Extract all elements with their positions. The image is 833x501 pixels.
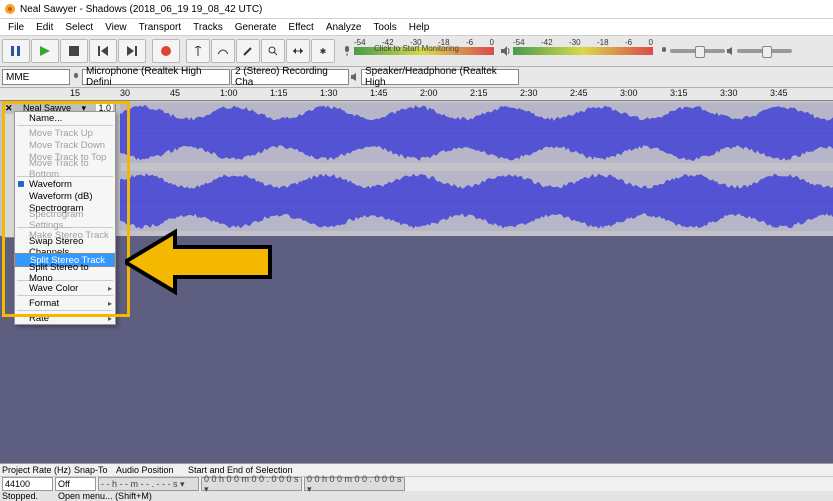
stop-button[interactable] (60, 39, 88, 63)
channels-select[interactable]: 2 (Stereo) Recording Cha (231, 69, 349, 85)
menubar: File Edit Select View Transport Tracks G… (0, 19, 833, 36)
playback-meter[interactable]: -54-42-30-18-60 (513, 47, 653, 55)
track-close-icon[interactable]: ✕ (5, 103, 13, 114)
timeline-mark: 1:15 (270, 88, 288, 98)
empty-track-area[interactable] (0, 236, 833, 501)
menu-item-rate[interactable]: Rate▸ (15, 312, 115, 324)
menu-item-move-track-up: Move Track Up (15, 127, 115, 139)
timeline-mark: 2:45 (570, 88, 588, 98)
menu-transport[interactable]: Transport (133, 21, 187, 34)
envelope-tool[interactable] (211, 39, 235, 63)
menu-select[interactable]: Select (59, 21, 99, 34)
menu-item-name-[interactable]: Name... (15, 112, 115, 124)
timeline-mark: 1:45 (370, 88, 388, 98)
selection-start-field[interactable]: 0 0 h 0 0 m 0 0 . 0 0 0 s ▾ (201, 477, 302, 491)
menu-tools[interactable]: Tools (367, 21, 402, 34)
project-rate-label: Project Rate (Hz) (2, 465, 72, 475)
record-button[interactable] (152, 39, 180, 63)
pause-button[interactable] (2, 39, 30, 63)
playback-volume-slider[interactable] (737, 49, 792, 53)
timeline-mark: 1:00 (220, 88, 238, 98)
speaker-icon (350, 72, 360, 82)
track-area: ✕Neal Sawye▾1.0 Name...Move Track UpMove… (0, 101, 833, 501)
titlebar: Neal Sawyer - Shadows (2018_06_19 19_08_… (0, 0, 833, 19)
snap-label: Snap-To (74, 465, 114, 475)
mic-vol-icon (659, 46, 669, 56)
menu-item-move-track-to-bottom: Move Track to Bottom (15, 163, 115, 175)
draw-tool[interactable] (236, 39, 260, 63)
app-logo-icon (4, 3, 16, 15)
waveform-left[interactable] (120, 103, 833, 163)
play-vol-icon (726, 46, 736, 56)
timeline-mark: 3:45 (770, 88, 788, 98)
menu-help[interactable]: Help (403, 21, 436, 34)
menu-generate[interactable]: Generate (229, 21, 283, 34)
timeline-mark: 2:30 (520, 88, 538, 98)
menu-item-format[interactable]: Format▸ (15, 297, 115, 309)
timeline-mark: 15 (70, 88, 80, 98)
svg-text:✱: ✱ (320, 47, 327, 56)
menu-item-swap-stereo-channels[interactable]: Swap Stereo Channels (15, 241, 115, 253)
monitor-hint: Click to Start Monitoring (374, 44, 459, 53)
selection-end-field[interactable]: 0 0 h 0 0 m 0 0 . 0 0 0 s ▾ (304, 477, 405, 491)
menu-tracks[interactable]: Tracks (187, 21, 229, 34)
audio-pos-label: Audio Position (116, 465, 186, 475)
mic-icon (341, 45, 353, 57)
menu-file[interactable]: File (2, 21, 30, 34)
menu-view[interactable]: View (99, 21, 133, 34)
window-title: Neal Sawyer - Shadows (2018_06_19 19_08_… (20, 4, 262, 15)
timeshift-tool[interactable] (286, 39, 310, 63)
timeline-mark: 3:00 (620, 88, 638, 98)
record-device-select[interactable]: Microphone (Realtek High Defini (82, 69, 230, 85)
record-meter[interactable]: -54-42-30-18-60 Click to Start Monitorin… (354, 47, 494, 55)
track-dropdown-menu: Name... Move Track UpMove Track Down Move … (14, 111, 116, 325)
timeline-mark: 1:30 (320, 88, 338, 98)
selection-tool[interactable] (186, 39, 210, 63)
audio-position-field[interactable]: - - h - - m - - . - - - s ▾ (98, 477, 199, 491)
timeline-mark: 3:30 (720, 88, 738, 98)
menu-analyze[interactable]: Analyze (320, 21, 368, 34)
menu-effect[interactable]: Effect (282, 21, 319, 34)
skip-end-button[interactable] (118, 39, 146, 63)
host-select[interactable]: MME (2, 69, 70, 85)
skip-start-button[interactable] (89, 39, 117, 63)
timeline-mark: 45 (170, 88, 180, 98)
speaker-icon (500, 45, 512, 57)
timeline-ruler[interactable]: 15 30 45 1:00 1:15 1:30 1:45 2:00 2:15 2:30 2:45 3:… (0, 88, 833, 101)
timeline-mark: 2:15 (470, 88, 488, 98)
menu-item-waveform-db-[interactable]: Waveform (dB) (15, 190, 115, 202)
menu-item-split-stereo-to-mono[interactable]: Split Stereo to Mono (15, 267, 115, 279)
timeline-mark: 30 (120, 88, 130, 98)
mic-icon (71, 72, 81, 82)
timeline-mark: 3:15 (670, 88, 688, 98)
waveform-right[interactable] (120, 171, 833, 231)
menu-item-spectrogram-settings-: Spectrogram Settings... (15, 214, 115, 226)
play-button[interactable] (31, 39, 59, 63)
menu-item-waveform[interactable]: Waveform (15, 178, 115, 190)
status-bar: Project Rate (Hz) Snap-To Audio Position… (0, 463, 833, 500)
menu-item-move-track-down: Move Track Down (15, 139, 115, 151)
snap-select[interactable]: Off (55, 477, 96, 491)
playback-device-select[interactable]: Speaker/Headphone (Realtek High (361, 69, 519, 85)
record-volume-slider[interactable] (670, 49, 725, 53)
timeline-mark: 2:00 (420, 88, 438, 98)
edit-toolbar: MME Microphone (Realtek High Defini 2 (S… (0, 67, 833, 88)
zoom-tool[interactable] (261, 39, 285, 63)
multi-tool[interactable]: ✱ (311, 39, 335, 63)
project-rate-select[interactable]: 44100 (2, 477, 53, 491)
menu-edit[interactable]: Edit (30, 21, 59, 34)
transport-toolbar: ✱ -54-42-30-18-60 Click to Start Monitor… (0, 36, 833, 67)
menu-item-wave-color[interactable]: Wave Color▸ (15, 282, 115, 294)
